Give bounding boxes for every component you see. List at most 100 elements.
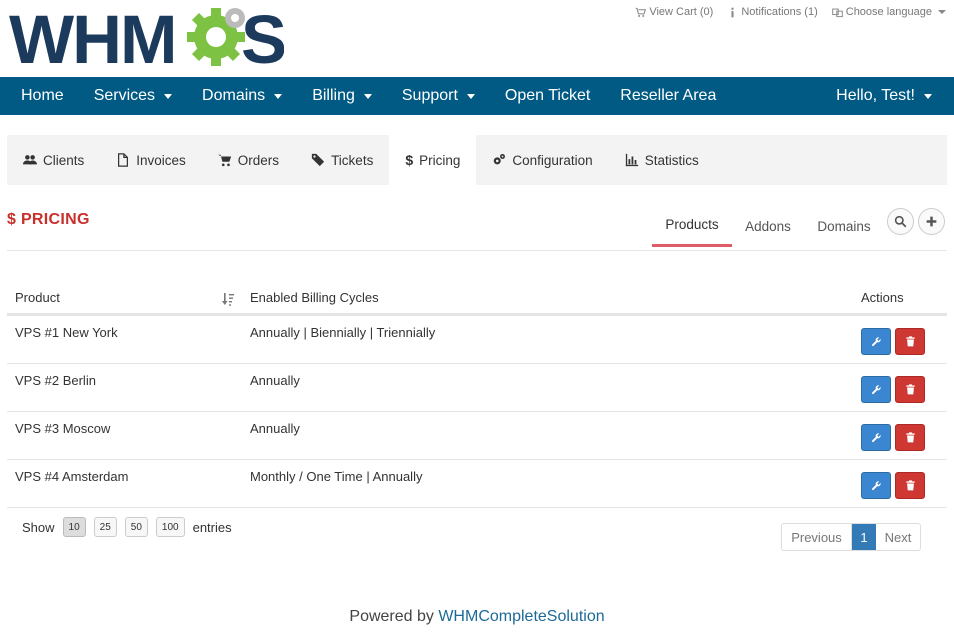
subnav-invoices[interactable]: Invoices bbox=[100, 135, 202, 185]
chevron-down-icon bbox=[274, 93, 283, 99]
edit-button[interactable] bbox=[861, 328, 891, 355]
trash-icon bbox=[905, 432, 915, 443]
tab-domains[interactable]: Domains bbox=[804, 205, 884, 247]
view-cart-label: View Cart (0) bbox=[649, 6, 714, 18]
subnav-pricing[interactable]: $ Pricing bbox=[389, 135, 477, 185]
tab-products[interactable]: Products bbox=[652, 205, 732, 247]
nav-billing[interactable]: Billing bbox=[297, 77, 387, 115]
dollar-icon: $ bbox=[405, 152, 414, 168]
subnav-label: Clients bbox=[43, 152, 85, 168]
page-size-option[interactable]: 50 bbox=[124, 517, 148, 537]
wrench-icon bbox=[871, 385, 881, 395]
topbar-links: View Cart (0) Notifications (1) Choose l… bbox=[635, 6, 946, 18]
notifications-link[interactable]: Notifications (1) bbox=[727, 6, 818, 18]
column-header-product[interactable]: Product bbox=[7, 290, 242, 306]
trash-icon bbox=[905, 384, 915, 395]
show-label: Show bbox=[22, 519, 55, 535]
edit-button[interactable] bbox=[861, 472, 891, 499]
table-row: VPS #2 Berlin Annually bbox=[7, 364, 947, 412]
nav-services[interactable]: Services bbox=[79, 77, 187, 115]
chevron-down-icon bbox=[466, 93, 475, 99]
row-actions bbox=[861, 460, 947, 507]
nav-label: Support bbox=[401, 87, 458, 104]
billing-cycles: Annually bbox=[250, 373, 300, 388]
chevron-down-icon bbox=[924, 93, 932, 99]
table-header: Product Enabled Billing Cycles Actions bbox=[7, 282, 947, 316]
page-title-text: PRICING bbox=[20, 211, 90, 228]
nav-support[interactable]: Support bbox=[387, 77, 490, 115]
nav-open-ticket[interactable]: Open Ticket bbox=[490, 77, 605, 115]
powered-by-footer: Powered by WHMCompleteSolution bbox=[0, 608, 954, 626]
nav-domains[interactable]: Domains bbox=[187, 77, 297, 115]
chevron-down-icon bbox=[363, 93, 372, 99]
plus-icon bbox=[926, 216, 937, 227]
billing-cycles: Annually | Biennially | Triennially bbox=[250, 325, 436, 340]
subnav-orders[interactable]: Orders bbox=[202, 135, 295, 185]
view-cart-link[interactable]: View Cart (0) bbox=[635, 6, 713, 18]
nav-home[interactable]: Home bbox=[0, 77, 79, 115]
delete-button[interactable] bbox=[895, 472, 925, 499]
nav-label: Home bbox=[21, 87, 64, 104]
language-selector[interactable]: Choose language bbox=[831, 6, 946, 18]
cogs-icon bbox=[494, 154, 506, 165]
tab-addons[interactable]: Addons bbox=[732, 205, 804, 247]
powered-by-text: Powered by bbox=[349, 608, 439, 625]
page-size-option[interactable]: 100 bbox=[155, 517, 185, 537]
wrench-icon bbox=[871, 481, 881, 491]
billing-cycles: Annually bbox=[250, 421, 300, 436]
subnav-statistics[interactable]: Statistics bbox=[609, 135, 715, 185]
add-button[interactable] bbox=[918, 208, 945, 235]
nav-label: Services bbox=[93, 87, 156, 104]
search-icon bbox=[894, 215, 907, 228]
info-icon bbox=[731, 7, 734, 17]
page-size-option[interactable]: 25 bbox=[93, 517, 117, 537]
subnav-configuration[interactable]: Configuration bbox=[476, 135, 608, 185]
sort-icon bbox=[222, 293, 234, 306]
search-button[interactable] bbox=[887, 208, 914, 235]
delete-button[interactable] bbox=[895, 424, 925, 451]
svg-text:S: S bbox=[241, 3, 284, 67]
language-label: Choose language bbox=[845, 6, 932, 18]
nav-label: Reseller Area bbox=[620, 87, 717, 104]
pricing-table: Product Enabled Billing Cycles Actions V… bbox=[7, 282, 947, 508]
page-size-option[interactable]: 10 bbox=[62, 517, 86, 537]
nav-label: Domains bbox=[202, 87, 266, 104]
whmcs-logo[interactable]: WHM S bbox=[9, 3, 284, 67]
edit-button[interactable] bbox=[861, 376, 891, 403]
subnav-label: Tickets bbox=[331, 152, 374, 168]
product-name: VPS #1 New York bbox=[15, 325, 118, 340]
column-header-cycles[interactable]: Enabled Billing Cycles bbox=[242, 290, 861, 305]
subnav-label: Pricing bbox=[419, 152, 461, 168]
product-name: VPS #4 Amsterdam bbox=[15, 469, 129, 484]
subnav-clients[interactable]: Clients bbox=[7, 135, 100, 185]
previous-page-button[interactable]: Previous bbox=[782, 524, 852, 550]
nav-reseller-area[interactable]: Reseller Area bbox=[605, 77, 731, 115]
subnav-label: Configuration bbox=[512, 152, 593, 168]
table-row: VPS #3 Moscow Annually bbox=[7, 412, 947, 460]
main-nav: Home Services Domains Billing Support Op… bbox=[0, 77, 954, 115]
edit-button[interactable] bbox=[861, 424, 891, 451]
page-number-button[interactable]: 1 bbox=[852, 524, 876, 550]
language-icon bbox=[831, 8, 843, 17]
notifications-label: Notifications (1) bbox=[741, 6, 818, 18]
subnav-tickets[interactable]: Tickets bbox=[295, 135, 389, 185]
delete-button[interactable] bbox=[895, 376, 925, 403]
entries-label: entries bbox=[192, 519, 232, 535]
product-name: VPS #2 Berlin bbox=[15, 373, 96, 388]
nav-label: Open Ticket bbox=[504, 87, 591, 104]
wrench-icon bbox=[871, 337, 881, 347]
billing-cycles: Monthly / One Time | Annually bbox=[250, 469, 423, 484]
powered-by-link[interactable]: WHMCompleteSolution bbox=[438, 608, 604, 625]
next-page-button[interactable]: Next bbox=[876, 524, 920, 550]
chevron-down-icon bbox=[164, 93, 173, 99]
delete-button[interactable] bbox=[895, 328, 925, 355]
column-header-actions: Actions bbox=[861, 290, 904, 305]
page-title: $ PRICING bbox=[7, 211, 90, 229]
reseller-sub-nav: Clients Invoices Orders Tickets $ Pricin… bbox=[7, 135, 947, 185]
header-divider bbox=[7, 250, 947, 251]
pagination: Previous 1 Next bbox=[781, 523, 921, 551]
dollar-icon: $ bbox=[7, 211, 17, 228]
row-actions bbox=[861, 412, 947, 459]
user-menu[interactable]: Hello, Test! bbox=[821, 77, 954, 115]
table-row: VPS #4 Amsterdam Monthly / One Time | An… bbox=[7, 460, 947, 508]
